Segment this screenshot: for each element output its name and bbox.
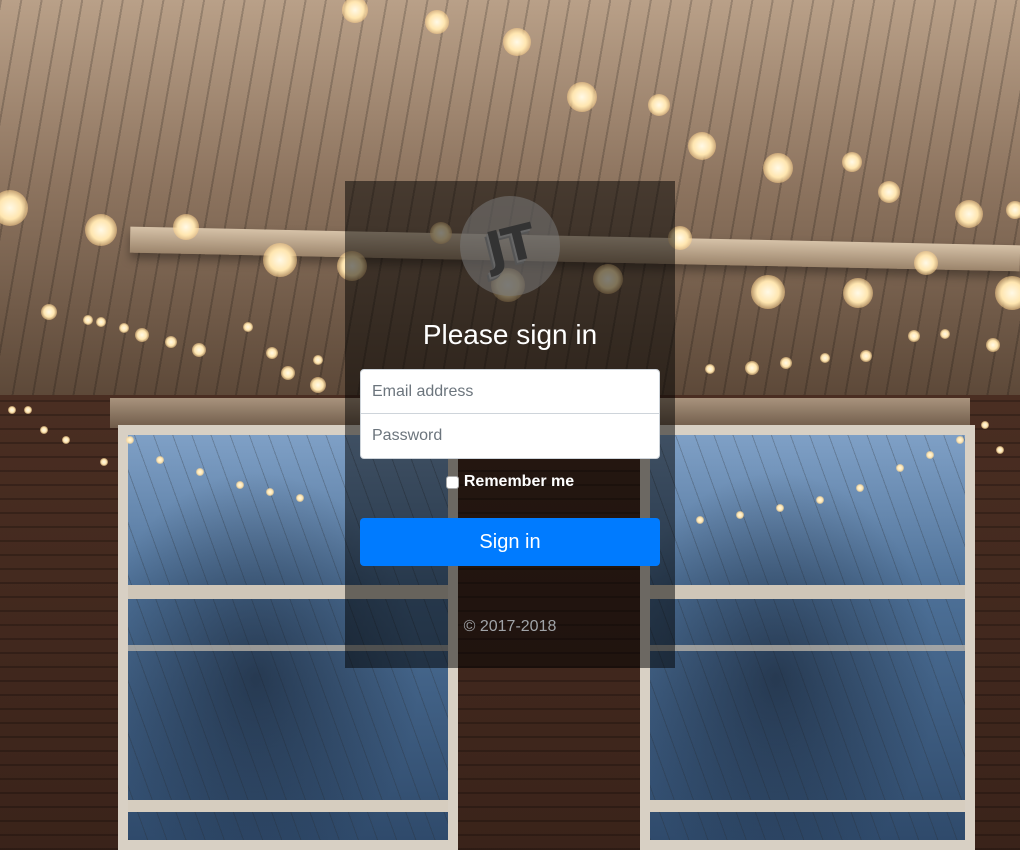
light-bulb	[266, 488, 274, 496]
light-bulb	[940, 329, 950, 339]
light-bulb	[313, 355, 323, 365]
light-bulb	[62, 436, 70, 444]
light-bulb	[736, 511, 744, 519]
light-bulb	[192, 343, 206, 357]
light-bulb	[956, 436, 964, 444]
light-bulb	[266, 347, 278, 359]
light-bulb	[41, 304, 57, 320]
light-bulb	[745, 361, 759, 375]
light-bulb	[955, 200, 983, 228]
light-bulb	[896, 464, 904, 472]
light-bulb	[843, 278, 873, 308]
light-bulb	[908, 330, 920, 342]
sign-in-button[interactable]: Sign in	[360, 518, 660, 566]
light-bulb	[567, 82, 597, 112]
remember-me-checkbox[interactable]	[445, 475, 459, 489]
light-bulb	[856, 484, 864, 492]
light-bulb	[243, 322, 253, 332]
light-bulb	[425, 10, 449, 34]
light-bulb	[926, 451, 934, 459]
light-bulb	[24, 406, 32, 414]
light-bulb	[705, 364, 715, 374]
email-field[interactable]	[360, 369, 660, 414]
light-bulb	[696, 516, 704, 524]
light-bulb	[751, 275, 785, 309]
light-bulb	[986, 338, 1000, 352]
light-bulb	[196, 468, 204, 476]
light-bulb	[156, 456, 164, 464]
light-bulb	[135, 328, 149, 342]
credentials-fields	[360, 369, 660, 459]
light-bulb	[173, 214, 199, 240]
remember-me[interactable]: Remember me	[345, 473, 675, 491]
light-bulb	[981, 421, 989, 429]
light-bulb	[100, 458, 108, 466]
light-bulb	[780, 357, 792, 369]
copyright-text: © 2017-2018	[463, 618, 557, 635]
light-bulb	[126, 436, 134, 444]
light-bulb	[996, 446, 1004, 454]
light-bulb	[236, 481, 244, 489]
light-bulb	[96, 317, 106, 327]
light-bulb	[688, 132, 716, 160]
light-bulb	[776, 504, 784, 512]
light-bulb	[820, 353, 830, 363]
password-field[interactable]	[360, 414, 660, 459]
light-bulb	[816, 496, 824, 504]
light-bulb	[119, 323, 129, 333]
logo: JT	[460, 196, 560, 296]
light-bulb	[85, 214, 117, 246]
light-bulb	[648, 94, 670, 116]
light-bulb	[8, 406, 16, 414]
light-bulb	[878, 181, 900, 203]
light-bulb	[763, 153, 793, 183]
logo-text: JT	[480, 213, 540, 279]
light-bulb	[503, 28, 531, 56]
window-right	[640, 425, 975, 850]
light-bulb	[281, 366, 295, 380]
light-bulb	[860, 350, 872, 362]
remember-me-label: Remember me	[463, 473, 575, 490]
light-bulb	[1006, 201, 1020, 219]
light-bulb	[296, 494, 304, 502]
signin-card: JT Please sign in Remember me Sign in © …	[345, 181, 675, 668]
light-bulb	[310, 377, 326, 393]
light-bulb	[40, 426, 48, 434]
light-bulb	[842, 152, 862, 172]
light-bulb	[83, 315, 93, 325]
light-bulb	[165, 336, 177, 348]
light-bulb	[914, 251, 938, 275]
light-bulb	[263, 243, 297, 277]
page-title: Please sign in	[422, 319, 598, 350]
